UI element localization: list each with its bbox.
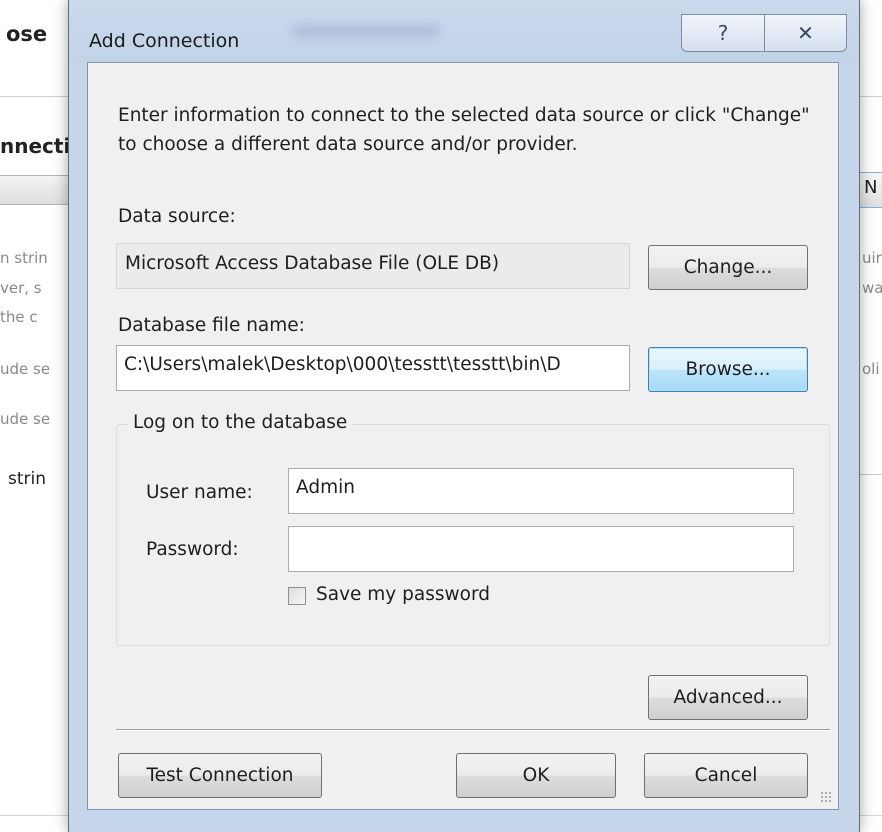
instructions-text: Enter information to connect to the sele… xyxy=(118,105,810,155)
separator xyxy=(116,729,830,731)
dialog-title: Add Connection xyxy=(89,30,240,52)
connection-string-label: strin xyxy=(8,469,47,489)
username-input[interactable]: Admin xyxy=(288,468,794,514)
description-line: ver, s xyxy=(0,279,42,297)
cancel-button[interactable]: Cancel xyxy=(644,753,808,798)
database-file-input[interactable]: C:\Users\malek\Desktop\000\tesstt\tesstt… xyxy=(116,345,630,391)
description-line: uire xyxy=(862,249,882,267)
blurred-title xyxy=(291,24,441,38)
password-input[interactable] xyxy=(288,526,794,572)
add-connection-dialog: Add Connection ? ✕ Enter information to … xyxy=(68,0,860,832)
option-label: oli xyxy=(862,360,880,378)
close-icon: ✕ xyxy=(797,21,814,45)
resize-grip-icon[interactable] xyxy=(820,791,832,803)
browse-button[interactable]: Browse... xyxy=(648,347,808,392)
data-source-field: Microsoft Access Database File (OLE DB) xyxy=(116,243,630,289)
dialog-body: Enter information to connect to the sele… xyxy=(87,62,839,810)
save-password-label[interactable]: Save my password xyxy=(316,584,490,605)
data-source-label: Data source: xyxy=(118,206,236,227)
help-button[interactable]: ? xyxy=(681,14,765,52)
description-line: wa xyxy=(862,279,882,297)
save-password-checkbox[interactable] xyxy=(288,587,306,605)
wizard-title: ose xyxy=(6,22,48,46)
option-label: ude se xyxy=(0,360,51,378)
dialog-titlebar[interactable]: Add Connection ? ✕ xyxy=(69,0,859,62)
description-line: n strin xyxy=(0,249,48,267)
option-label: ude se xyxy=(0,410,51,428)
ok-button[interactable]: OK xyxy=(456,753,616,798)
username-label: User name: xyxy=(146,482,253,503)
help-icon: ? xyxy=(717,21,729,45)
close-button[interactable]: ✕ xyxy=(765,14,847,52)
advanced-button[interactable]: Advanced... xyxy=(648,675,808,720)
description-line: the c xyxy=(0,308,38,326)
test-connection-button[interactable]: Test Connection xyxy=(118,753,322,798)
database-file-label: Database file name: xyxy=(118,315,305,336)
password-label: Password: xyxy=(146,539,239,560)
section-heading: nnecti xyxy=(0,134,71,158)
logon-group-label: Log on to the database xyxy=(128,412,353,433)
change-button[interactable]: Change... xyxy=(648,245,808,290)
